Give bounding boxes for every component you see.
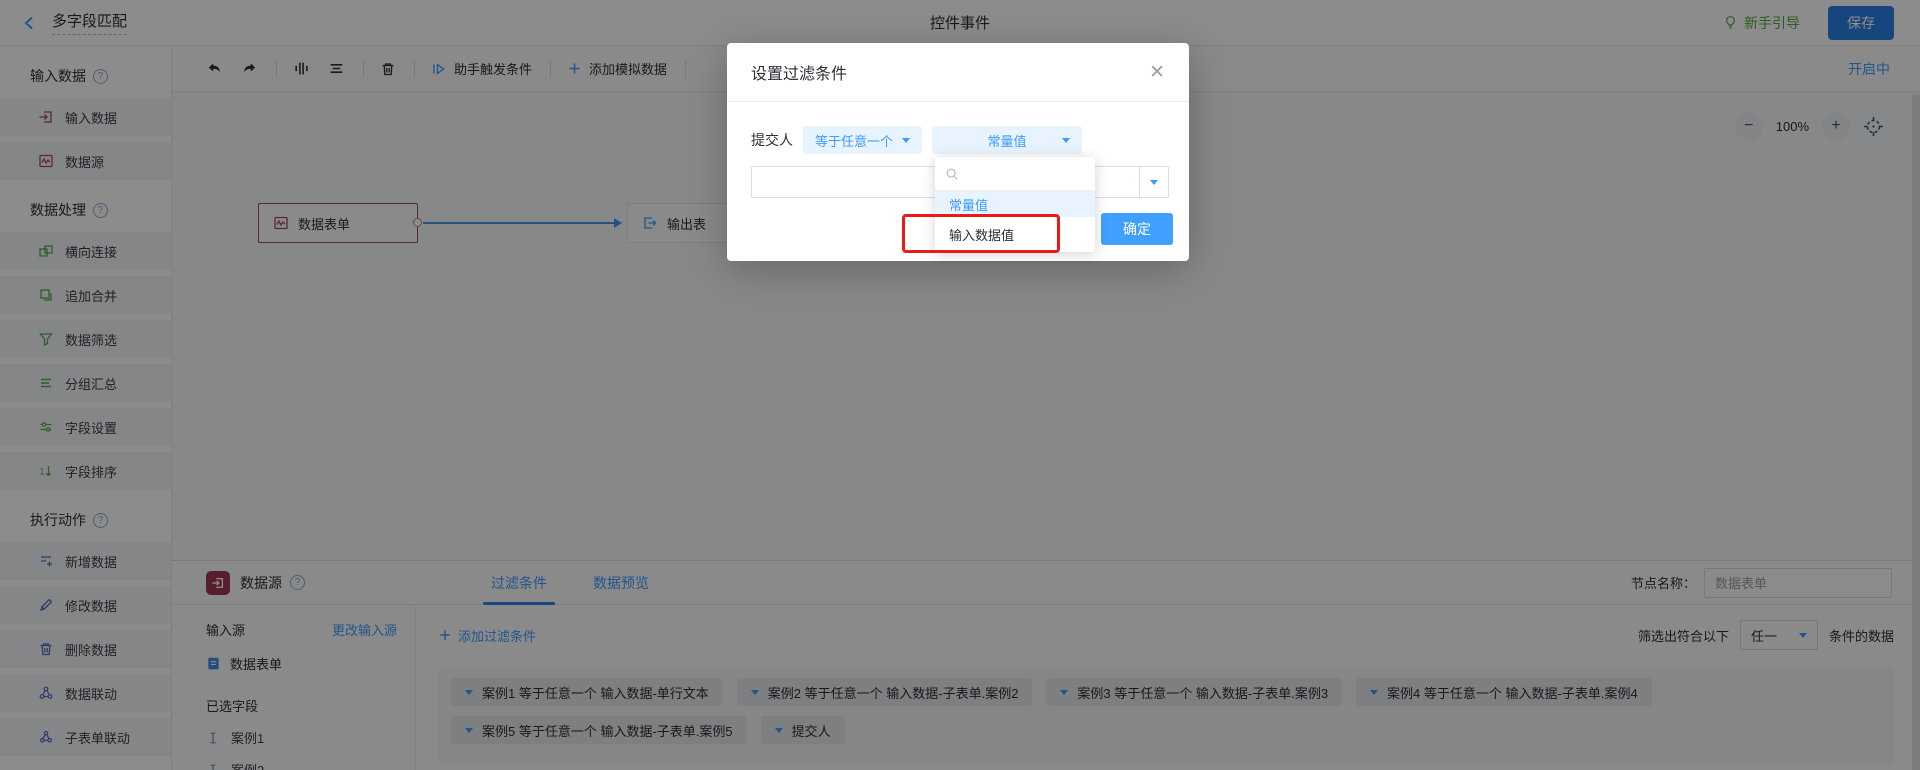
dropdown-option-input-data-value[interactable]: 输入数据值 — [935, 217, 1095, 252]
close-icon[interactable]: ✕ — [1145, 59, 1169, 86]
value-type-dropdown: 常量值 输入数据值 — [935, 157, 1095, 252]
operator-value: 等于任意一个 — [815, 131, 893, 150]
search-icon — [945, 167, 959, 181]
modal-title: 设置过滤条件 — [751, 60, 847, 84]
chevron-down-icon — [1062, 138, 1070, 143]
modal-header: 设置过滤条件 ✕ — [727, 43, 1189, 102]
dropdown-search-input[interactable] — [966, 166, 1076, 181]
value-type-select[interactable]: 常量值 — [932, 126, 1082, 154]
dropdown-search-row — [935, 157, 1095, 191]
operator-select[interactable]: 等于任意一个 — [803, 126, 922, 154]
condition-field-label: 提交人 — [751, 130, 793, 150]
set-filter-condition-modal: 设置过滤条件 ✕ 提交人 等于任意一个 常量值 确定 常量值 — [727, 43, 1189, 261]
value-dropdown-toggle[interactable] — [1139, 167, 1168, 197]
chevron-down-icon — [1150, 180, 1158, 185]
value-type-value: 常量值 — [988, 131, 1027, 150]
chevron-down-icon — [902, 138, 910, 143]
app-screen: 多字段匹配 控件事件 新手引导 保存 输入数据 ? 输入数据 数据源 数据处理 … — [0, 0, 1920, 770]
condition-row: 提交人 等于任意一个 常量值 — [751, 126, 1189, 154]
dropdown-option-constant[interactable]: 常量值 — [935, 191, 1095, 217]
confirm-button[interactable]: 确定 — [1101, 213, 1173, 245]
